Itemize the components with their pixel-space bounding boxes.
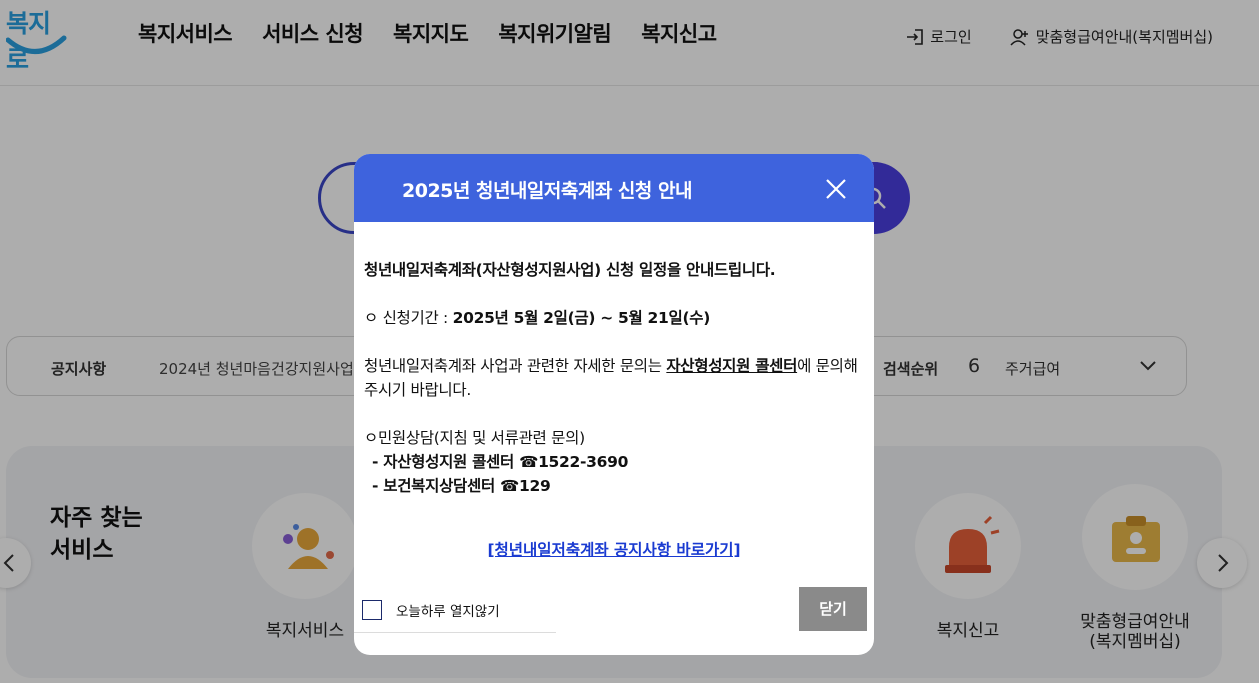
inquiry-center: 자산형성지원 콜센터 bbox=[666, 357, 798, 375]
notice-shortcut-link[interactable]: [청년내일저축계좌 공지사항 바로가기] bbox=[354, 538, 874, 560]
modal-period: ㅇ 신청기간 : 2025년 5월 2일(금) ~ 5월 21일(수) bbox=[364, 306, 864, 330]
notice-modal: 2025년 청년내일저축계좌 신청 안내 청년내일저축계좌(자산형성지원사업) … bbox=[354, 154, 874, 655]
inquiry-prefix: 청년내일저축계좌 사업과 관련한 자세한 문의는 bbox=[364, 357, 667, 375]
modal-title: 2025년 청년내일저축계좌 신청 안내 bbox=[402, 180, 692, 202]
divider bbox=[354, 632, 556, 633]
period-prefix: ㅇ 신청기간 : bbox=[364, 309, 453, 327]
contact-health-center: - 보건복지상담센터 ☎129 bbox=[372, 477, 551, 495]
dont-show-label: 오늘하루 열지않기 bbox=[396, 604, 500, 620]
modal-inquiry: 청년내일저축계좌 사업과 관련한 자세한 문의는 자산형성지원 콜센터에 문의해… bbox=[364, 354, 864, 402]
dont-show-today[interactable]: 오늘하루 열지않기 bbox=[362, 600, 500, 620]
modal-intro: 청년내일저축계좌(자산형성지원사업) 신청 일정을 안내드립니다. bbox=[364, 261, 776, 279]
modal-header: 2025년 청년내일저축계좌 신청 안내 bbox=[354, 154, 874, 222]
period-value: 2025년 5월 2일(금) ~ 5월 21일(수) bbox=[452, 309, 711, 327]
civil-consult-title: ㅇ민원상담(지침 및 서류관련 문의) bbox=[364, 429, 585, 447]
close-button[interactable]: 닫기 bbox=[799, 587, 867, 631]
close-icon[interactable] bbox=[824, 177, 848, 201]
contact-asset-center: - 자산형성지원 콜센터 ☎1522-3690 bbox=[372, 453, 629, 471]
modal-body: 청년내일저축계좌(자산형성지원사업) 신청 일정을 안내드립니다. ㅇ 신청기간… bbox=[364, 258, 864, 498]
dont-show-checkbox[interactable] bbox=[362, 600, 382, 620]
